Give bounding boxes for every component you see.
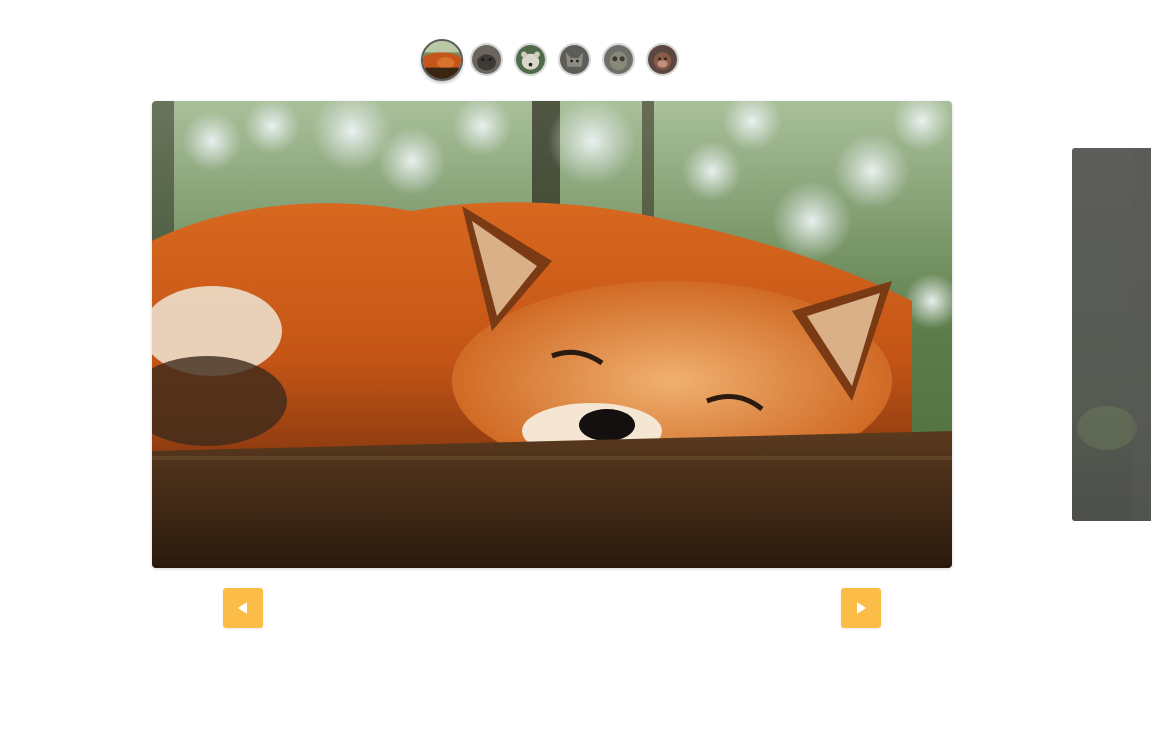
thumbnail-wolf[interactable] <box>558 43 591 76</box>
fox-thumbnail-icon <box>423 41 461 79</box>
bear-thumbnail-icon <box>516 45 545 74</box>
wolf-thumbnail-icon <box>560 45 589 74</box>
animal-thumbnail-2-icon <box>472 45 501 74</box>
triangle-left-icon <box>238 602 247 614</box>
triangle-right-icon <box>857 602 866 614</box>
thumbnail-fox[interactable] <box>421 39 463 81</box>
thumbnail-animal-2[interactable] <box>470 43 503 76</box>
monkey-thumbnail-icon <box>648 45 677 74</box>
thumbnail-bear[interactable] <box>514 43 547 76</box>
thumbnail-strip <box>421 39 681 81</box>
next-slide-preview[interactable] <box>1072 148 1151 521</box>
next-button[interactable] <box>841 588 881 628</box>
gallery-stage <box>0 0 1151 746</box>
sleeping-fox-photo <box>152 101 952 568</box>
previous-button[interactable] <box>223 588 263 628</box>
thumbnail-owl[interactable] <box>602 43 635 76</box>
main-slide-image <box>152 101 952 568</box>
thumbnail-monkey[interactable] <box>646 43 679 76</box>
next-slide-photo <box>1072 148 1151 521</box>
owl-thumbnail-icon <box>604 45 633 74</box>
